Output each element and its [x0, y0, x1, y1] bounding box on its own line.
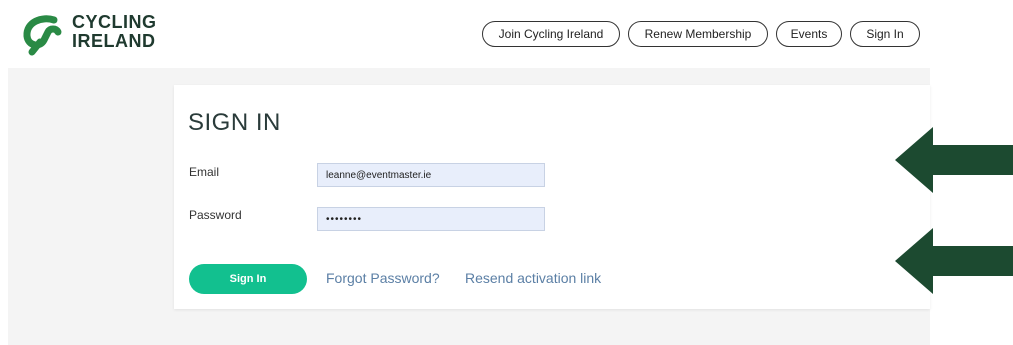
- left-arrow-icon: [895, 228, 1013, 294]
- nav-events-button[interactable]: Events: [776, 21, 842, 47]
- brand-logo[interactable]: CYCLING IRELAND: [20, 12, 165, 58]
- signin-card: SIGN IN Email leanne@eventmaster.ie Pass…: [174, 85, 930, 309]
- brand-line-2: IRELAND: [72, 31, 156, 51]
- cycling-ireland-logo-icon: [23, 15, 62, 56]
- forgot-password-link[interactable]: Forgot Password?: [326, 270, 440, 286]
- nav-signin-button[interactable]: Sign In: [850, 21, 920, 47]
- header: CYCLING IRELAND Join Cycling Ireland Ren…: [0, 0, 1013, 68]
- left-arrow-icon: [895, 127, 1013, 193]
- nav-join-button[interactable]: Join Cycling Ireland: [482, 21, 620, 47]
- signin-button[interactable]: Sign In: [189, 264, 307, 294]
- password-label: Password: [189, 208, 242, 222]
- email-label: Email: [189, 165, 220, 179]
- email-field[interactable]: leanne@eventmaster.ie: [317, 163, 545, 187]
- page-title: SIGN IN: [188, 109, 281, 136]
- resend-activation-link[interactable]: Resend activation link: [465, 270, 601, 286]
- password-field[interactable]: ••••••••: [317, 207, 545, 231]
- nav-renew-button[interactable]: Renew Membership: [628, 21, 768, 47]
- brand-wordmark: CYCLING IRELAND: [72, 13, 157, 51]
- page-body: SIGN IN Email leanne@eventmaster.ie Pass…: [8, 68, 930, 345]
- brand-line-1: CYCLING: [72, 12, 157, 32]
